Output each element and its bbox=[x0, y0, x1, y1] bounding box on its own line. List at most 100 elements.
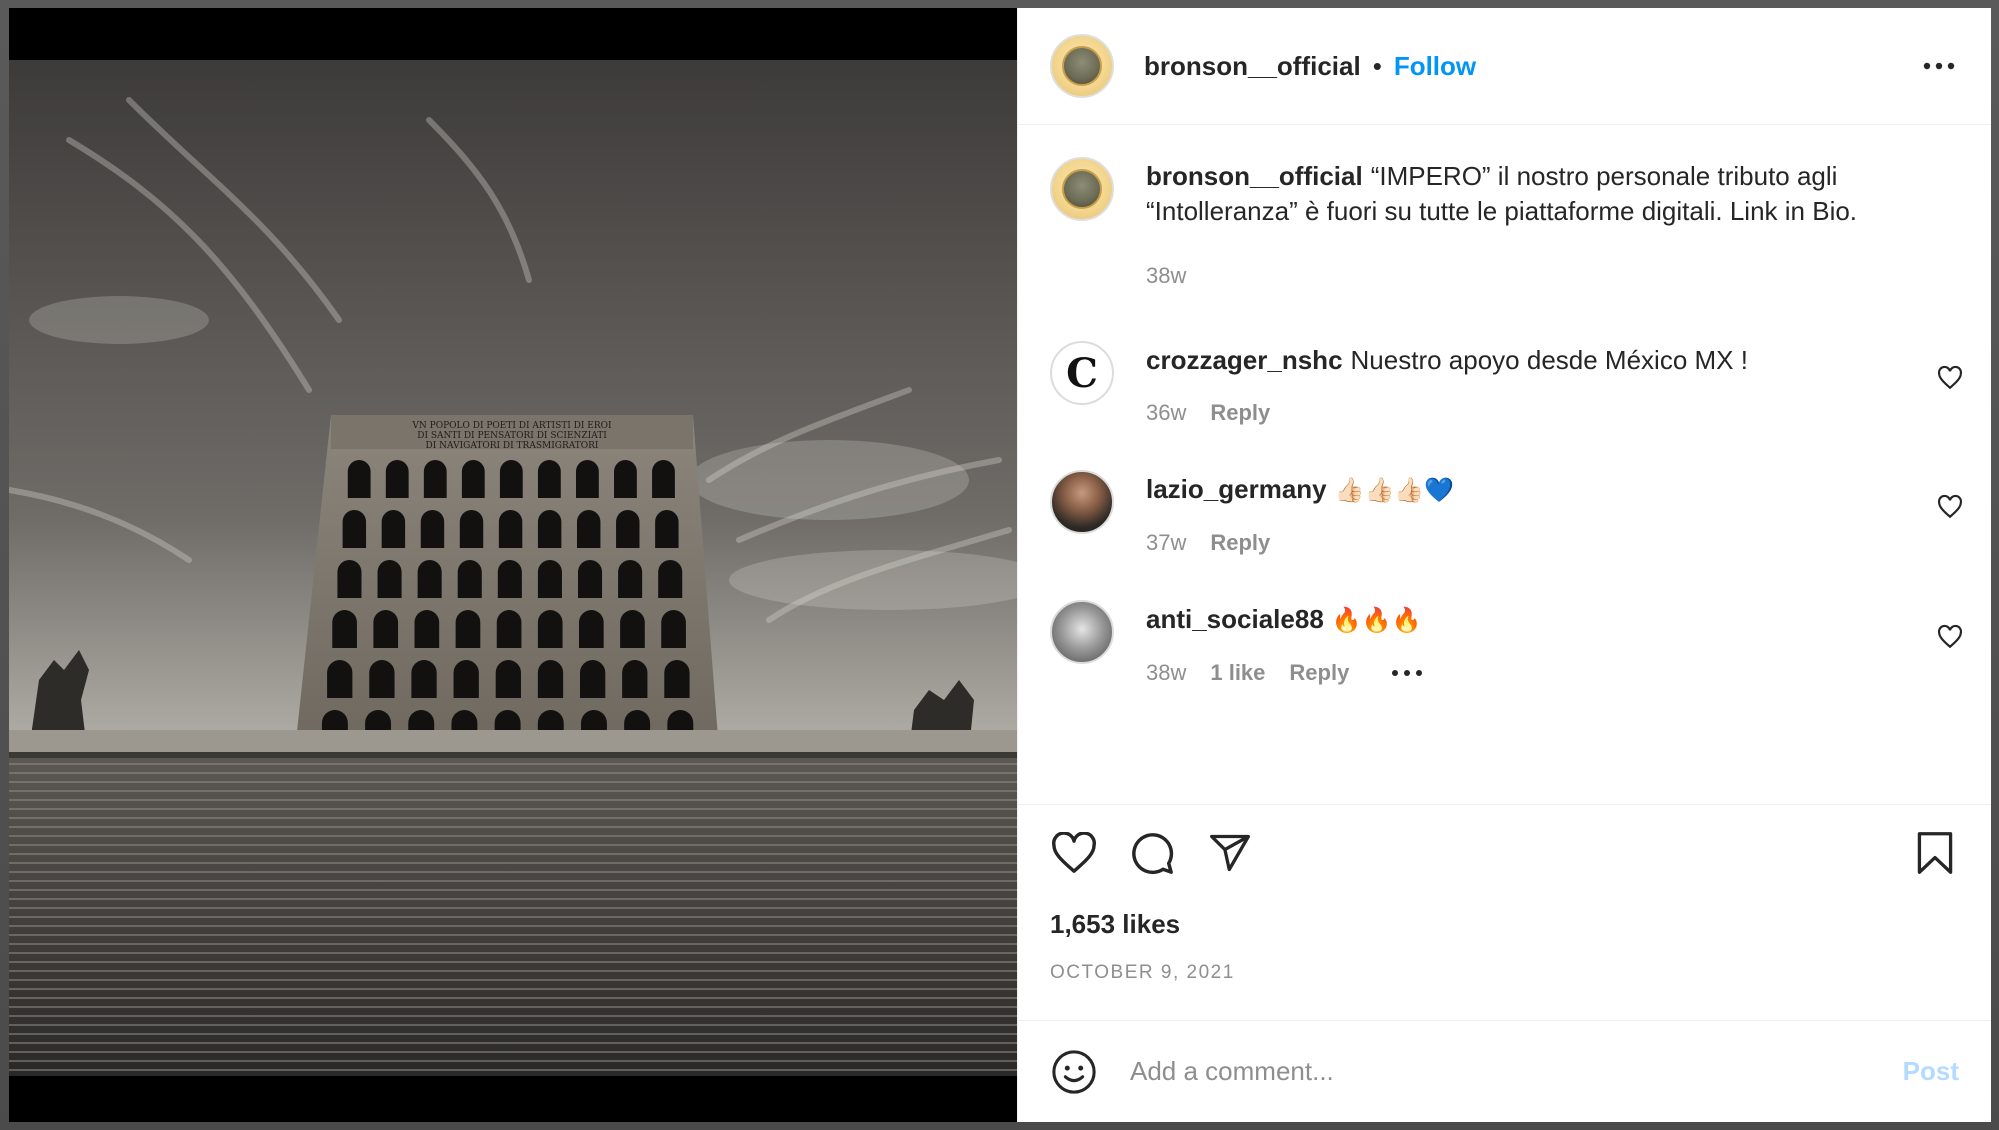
building-arch bbox=[577, 560, 603, 598]
comment-meta: 37w Reply bbox=[1146, 530, 1903, 556]
author-username[interactable]: bronson__official bbox=[1144, 51, 1361, 82]
building-arch bbox=[576, 510, 601, 548]
building-arch bbox=[537, 510, 562, 548]
building-arch bbox=[537, 660, 564, 698]
inscription-line-1: VN POPOLO DI POETI DI ARTISTI DI EROI bbox=[411, 421, 612, 431]
more-options-button[interactable] bbox=[1919, 46, 1959, 86]
comment-text: lazio_germany 👍🏻👍🏻👍🏻💙 bbox=[1146, 472, 1903, 508]
comment-avatar[interactable]: C bbox=[1050, 341, 1114, 405]
building-arch bbox=[414, 610, 440, 648]
action-buttons-row bbox=[1050, 827, 1959, 879]
building-arch bbox=[618, 560, 643, 598]
save-button[interactable] bbox=[1911, 829, 1959, 877]
building-arch bbox=[420, 510, 445, 548]
comment-text: crozzager_nshc Nuestro apoyo desde México… bbox=[1146, 343, 1903, 378]
building-arch bbox=[381, 510, 406, 548]
comment-like-heart-icon[interactable] bbox=[1937, 624, 1963, 650]
caption-meta: 38w bbox=[1146, 263, 1903, 289]
building-arch bbox=[417, 560, 442, 598]
building-arch bbox=[614, 459, 637, 498]
building-arch bbox=[461, 459, 485, 498]
comment-text: anti_sociale88 🔥🔥🔥 bbox=[1146, 602, 1903, 638]
inscription-line-3: DI NAVIGATORI DI TRASMIGRATORI bbox=[426, 441, 599, 451]
comment-time[interactable]: 37w bbox=[1146, 530, 1186, 556]
building-arch bbox=[342, 510, 367, 548]
like-button[interactable] bbox=[1050, 829, 1098, 877]
comments-list[interactable]: bronson__official “IMPERO” il nostro pers… bbox=[1018, 125, 1991, 804]
comment-time[interactable]: 38w bbox=[1146, 660, 1186, 686]
smiley-icon bbox=[1052, 1049, 1096, 1094]
comment-like-heart-icon[interactable] bbox=[1937, 365, 1963, 391]
building-arch bbox=[579, 660, 606, 698]
building-arch bbox=[496, 610, 522, 648]
emoji-button[interactable] bbox=[1050, 1048, 1098, 1096]
photo-illustration: VN POPOLO DI POETI DI ARTISTI DI EROI DI… bbox=[9, 60, 1017, 1076]
building-arch bbox=[499, 459, 523, 498]
comment-emoji: 🔥🔥🔥 bbox=[1331, 606, 1422, 634]
building-arch bbox=[537, 609, 563, 648]
building-arch bbox=[455, 610, 481, 648]
building-arch bbox=[327, 660, 353, 698]
post-comment-button[interactable]: Post bbox=[1903, 1056, 1959, 1087]
building-arch bbox=[664, 660, 690, 698]
ellipsis-icon bbox=[1923, 62, 1955, 70]
comment-meta: 36w Reply bbox=[1146, 400, 1903, 426]
comment-username[interactable]: crozzager_nshc bbox=[1146, 345, 1343, 375]
comment-username[interactable]: lazio_germany bbox=[1146, 474, 1327, 504]
comment-avatar[interactable] bbox=[1050, 600, 1114, 664]
comment-input[interactable] bbox=[1128, 1055, 1903, 1088]
caption-username[interactable]: bronson__official bbox=[1146, 161, 1363, 191]
comment-avatar[interactable] bbox=[1050, 470, 1114, 534]
building-arch bbox=[578, 610, 604, 648]
comment-time[interactable]: 36w bbox=[1146, 400, 1186, 426]
caption-avatar[interactable] bbox=[1050, 157, 1114, 221]
building-arch bbox=[658, 560, 683, 598]
reply-button[interactable]: Reply bbox=[1289, 660, 1349, 686]
building-arch bbox=[385, 459, 409, 498]
building-arch bbox=[347, 460, 371, 498]
building-arch bbox=[616, 509, 640, 548]
comment-username[interactable]: anti_sociale88 bbox=[1146, 604, 1324, 634]
reply-button[interactable]: Reply bbox=[1210, 400, 1270, 426]
building-arch bbox=[622, 660, 648, 698]
caption-time[interactable]: 38w bbox=[1146, 263, 1186, 289]
post-side-panel: bronson__official • Follow bronson__offi… bbox=[1017, 8, 1991, 1122]
building-arch bbox=[373, 610, 399, 648]
building-arch bbox=[498, 510, 523, 548]
comment-emoji: 👍🏻👍🏻👍🏻💙 bbox=[1334, 476, 1455, 504]
ellipsis-icon bbox=[1392, 670, 1423, 676]
reply-button[interactable]: Reply bbox=[1210, 530, 1270, 556]
post-modal: VN POPOLO DI POETI DI ARTISTI DI EROI DI… bbox=[9, 8, 1991, 1122]
building-arch bbox=[495, 660, 521, 698]
building-arch bbox=[620, 609, 645, 648]
post-header: bronson__official • Follow bbox=[1018, 8, 1991, 125]
comment-item: C crozzager_nshc Nuestro apoyo desde Méxi… bbox=[1050, 341, 1963, 426]
building-arch bbox=[423, 460, 447, 498]
building-arch bbox=[497, 560, 522, 598]
comment-item: anti_sociale88 🔥🔥🔥 38w 1 like Reply bbox=[1050, 600, 1963, 686]
post-photo[interactable]: VN POPOLO DI POETI DI ARTISTI DI EROI DI… bbox=[9, 60, 1017, 1076]
building-arch bbox=[457, 560, 482, 598]
comment-like-heart-icon[interactable] bbox=[1937, 494, 1963, 520]
building-arch bbox=[575, 459, 599, 498]
building-arch bbox=[377, 560, 402, 598]
comment-options-button[interactable] bbox=[1391, 669, 1423, 677]
building-arch bbox=[655, 510, 679, 548]
post-date[interactable]: OCTOBER 9, 2021 bbox=[1050, 962, 1959, 984]
comment-button[interactable] bbox=[1128, 829, 1176, 877]
likes-count[interactable]: 1,653 likes bbox=[1050, 909, 1959, 940]
caption-text: bronson__official “IMPERO” il nostro pers… bbox=[1146, 159, 1903, 229]
author-avatar[interactable] bbox=[1050, 34, 1114, 98]
building-arch bbox=[332, 610, 357, 648]
comment-body: Nuestro apoyo desde México MX ! bbox=[1350, 345, 1748, 375]
building-arch bbox=[661, 610, 686, 648]
comment-like-count[interactable]: 1 like bbox=[1210, 660, 1265, 686]
share-button[interactable] bbox=[1206, 829, 1254, 877]
building-arch bbox=[459, 510, 484, 548]
paper-plane-icon bbox=[1210, 834, 1250, 872]
letter-c-logo-icon: C bbox=[1066, 349, 1098, 397]
comment-bubble-icon bbox=[1132, 833, 1174, 875]
follow-button[interactable]: Follow bbox=[1394, 51, 1476, 82]
post-media: VN POPOLO DI POETI DI ARTISTI DI EROI DI… bbox=[9, 8, 1017, 1122]
comment-composer: Post bbox=[1018, 1020, 1991, 1122]
